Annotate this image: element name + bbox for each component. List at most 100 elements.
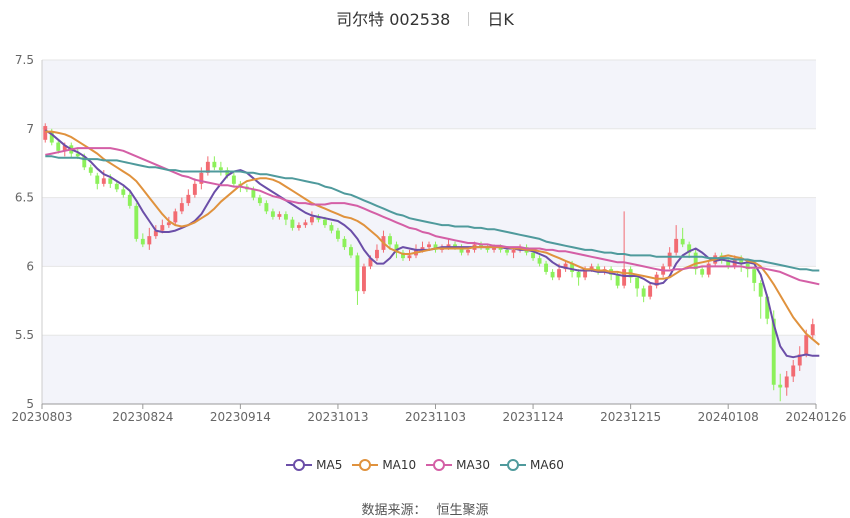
candle-body <box>173 211 178 223</box>
candle-body <box>362 266 366 292</box>
candle-body <box>43 126 48 140</box>
candle <box>362 263 366 294</box>
candle <box>192 178 197 198</box>
kline-chart: 55.566.577.5 20230803 20230824 20230914 202… <box>11 53 846 424</box>
x-tick-label: 20231124 <box>503 410 564 424</box>
candle-body <box>186 194 191 204</box>
candle-body <box>576 271 581 278</box>
candle-body <box>407 255 412 259</box>
candle-body <box>680 238 685 245</box>
candle <box>218 161 223 176</box>
candle-body <box>147 236 152 245</box>
legend: MA5 MA10 MA30 MA60 <box>0 458 850 475</box>
candle-body <box>355 255 360 292</box>
candle-body <box>218 167 223 171</box>
candle-body <box>648 285 653 297</box>
candle-body <box>121 189 126 195</box>
candle-body <box>296 225 301 228</box>
candle <box>550 269 555 281</box>
candle-body <box>466 249 470 253</box>
y-tick-label: 7.5 <box>15 53 34 67</box>
legend-item-ma30[interactable]: MA30 <box>426 458 490 472</box>
legend-label: MA5 <box>316 458 343 472</box>
candle-body <box>557 269 562 278</box>
candle-body <box>388 236 392 245</box>
candle-body <box>342 238 347 248</box>
candle-body <box>127 194 132 206</box>
candle-body <box>635 277 640 289</box>
legend-label: MA60 <box>530 458 564 472</box>
x-tick-label: 20240126 <box>785 410 846 424</box>
candle-body <box>537 258 542 264</box>
candle-body <box>674 238 679 253</box>
legend-marker-icon <box>352 459 379 471</box>
candle <box>700 266 705 278</box>
candle-body <box>309 216 314 223</box>
legend-item-ma10[interactable]: MA10 <box>352 458 416 472</box>
y-tick-label: 7 <box>26 122 34 136</box>
candle <box>205 156 210 176</box>
candle-body <box>108 178 113 184</box>
candle-body <box>329 225 334 231</box>
candle-body <box>88 167 93 173</box>
legend-label: MA30 <box>456 458 491 472</box>
candle <box>641 285 646 303</box>
legend-marker-icon <box>426 459 453 471</box>
candle-body <box>56 142 61 151</box>
candle <box>43 123 48 143</box>
candle <box>576 269 581 286</box>
candle-body <box>375 249 379 259</box>
candle <box>355 252 360 305</box>
candle-body <box>95 175 100 184</box>
candle-body <box>114 183 119 190</box>
candle-body <box>511 249 516 253</box>
x-tick-label: 20240108 <box>698 410 759 424</box>
candle-body <box>231 175 236 184</box>
candle-body <box>615 274 620 286</box>
candle-body <box>810 324 815 336</box>
x-tick-label: 20230824 <box>112 410 173 424</box>
candle <box>95 172 100 190</box>
candle-body <box>641 288 646 297</box>
candle-body <box>257 197 262 204</box>
x-tick-label: 20230914 <box>210 410 271 424</box>
candle-body <box>264 203 269 212</box>
y-axis: 5 5.5 6 6.5 7 7.5 <box>15 53 43 411</box>
candle <box>693 249 698 275</box>
legend-marker-icon <box>500 459 527 471</box>
candle-body <box>303 222 308 226</box>
y-tick-label: 6.5 <box>15 191 34 205</box>
candle-body <box>290 219 295 228</box>
candle-body <box>160 225 165 231</box>
candle <box>628 266 633 283</box>
legend-label: MA10 <box>382 458 417 472</box>
x-tick-label: 20230803 <box>11 410 72 424</box>
y-tick-label: 6 <box>26 259 34 273</box>
candle <box>758 280 763 319</box>
candle <box>212 156 217 171</box>
y-tick-label: 5 <box>26 397 34 411</box>
legend-item-ma5[interactable]: MA5 <box>286 458 342 472</box>
candle-body <box>505 249 510 253</box>
candle-body <box>700 269 705 275</box>
candle-body <box>101 178 106 184</box>
grid-band <box>42 60 816 129</box>
candle-body <box>804 335 809 355</box>
grid-band <box>42 335 816 404</box>
x-tick-label: 20231013 <box>307 410 368 424</box>
legend-marker-icon <box>286 459 313 471</box>
candle <box>134 203 139 242</box>
candle-body <box>544 263 549 272</box>
candle-body <box>667 252 672 267</box>
candle-body <box>758 282 763 297</box>
candle <box>752 266 757 292</box>
candle-body <box>752 269 757 283</box>
candle <box>648 282 653 300</box>
candle-body <box>335 230 340 239</box>
legend-item-ma60[interactable]: MA60 <box>500 458 564 472</box>
data-source: 数据来源： 恒生聚源 <box>0 499 850 518</box>
candle-body <box>179 203 184 212</box>
candle-body <box>784 376 789 388</box>
x-tick-label: 20231103 <box>405 410 466 424</box>
candle <box>810 318 815 338</box>
